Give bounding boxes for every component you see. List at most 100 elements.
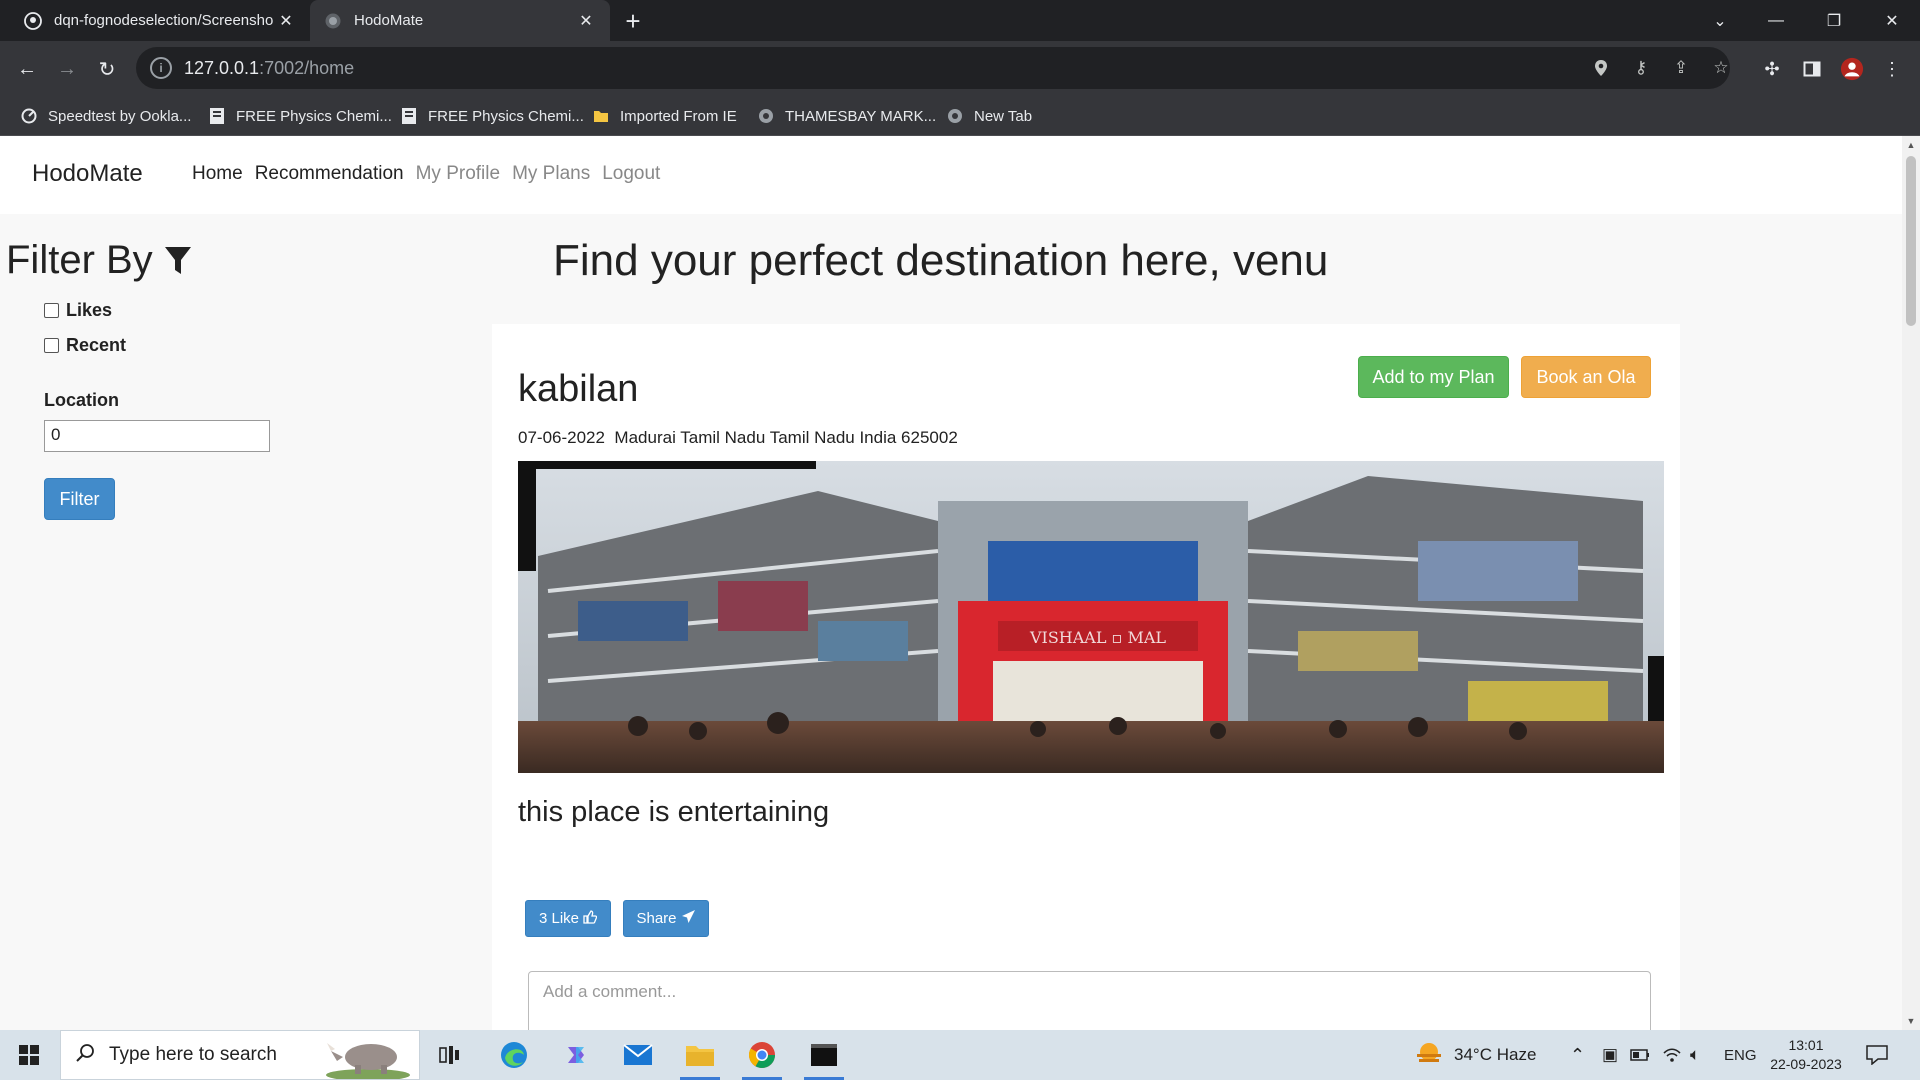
notification-icon[interactable] — [1866, 1030, 1888, 1080]
bookmark-folder-ie[interactable]: Imported From IE — [592, 104, 737, 128]
windows-taskbar: Type here to search 34°C Haze ⌃ ▣ 🔈︎ ENG — [0, 1030, 1920, 1080]
nav-link-logout[interactable]: Logout — [602, 163, 660, 185]
filter-button[interactable]: Filter — [44, 478, 115, 520]
close-tab-icon[interactable]: ✕ — [576, 11, 596, 31]
copilot-icon[interactable] — [548, 1030, 604, 1080]
language-indicator[interactable]: ENG — [1724, 1030, 1757, 1080]
side-panel-icon[interactable] — [1800, 57, 1824, 81]
github-icon — [24, 11, 42, 30]
scrollbar-thumb[interactable] — [1906, 156, 1916, 326]
thumbs-up-icon — [583, 909, 598, 928]
speedtest-icon — [20, 107, 38, 125]
share-icon[interactable]: ⇪ — [1670, 57, 1692, 79]
chrome-icon[interactable] — [734, 1030, 790, 1080]
meet-now-icon[interactable]: ▣ — [1602, 1030, 1618, 1080]
weather-haze-icon — [1414, 1040, 1444, 1071]
site-navbar: HodoMate Home Recommendation My Profile … — [0, 136, 1902, 214]
task-view-icon[interactable] — [422, 1030, 478, 1080]
minimize-button[interactable]: — — [1748, 0, 1804, 41]
add-to-plan-button[interactable]: Add to my Plan — [1358, 356, 1509, 398]
forward-arrow-icon[interactable]: → — [49, 51, 85, 87]
address-bar[interactable]: i 127.0.0.1:7002/home ⚷ ⇪ ☆ — [136, 47, 1730, 89]
taskbar-clock[interactable]: 13:01 22-09-2023 — [1760, 1036, 1852, 1074]
nav-link-my-profile[interactable]: My Profile — [416, 163, 500, 185]
likes-checkbox[interactable] — [44, 303, 59, 318]
post-date: 07-06-2022 — [518, 428, 605, 447]
book-ola-button[interactable]: Book an Ola — [1521, 356, 1651, 398]
restore-button[interactable]: ❐ — [1806, 0, 1862, 41]
battery-icon[interactable] — [1630, 1030, 1650, 1080]
site-info-icon[interactable]: i — [150, 57, 172, 79]
bookmark-new-tab[interactable]: New Tab — [946, 104, 1032, 128]
browser-toolbar: ← → ↻ i 127.0.0.1:7002/home ⚷ ⇪ ☆ ✣ ⋮ — [0, 41, 1920, 96]
volume-icon[interactable]: 🔈︎ — [1690, 1030, 1700, 1080]
funnel-icon — [164, 246, 191, 274]
place-photo: VISHAAL ▫ MAL — [518, 461, 1664, 773]
globe-icon — [946, 107, 964, 125]
weather-widget[interactable]: 34°C Haze — [1414, 1030, 1536, 1080]
bookmark-physics-2[interactable]: FREE Physics Chemi... — [400, 104, 584, 128]
edge-browser-icon[interactable] — [486, 1030, 542, 1080]
file-explorer-icon[interactable] — [672, 1030, 728, 1080]
location-input[interactable]: 0 — [44, 420, 270, 452]
globe-icon — [324, 12, 342, 30]
bookmark-speedtest[interactable]: Speedtest by Ookla... — [20, 104, 191, 128]
place-card: kabilan 07-06-2022 Madurai Tamil Nadu Ta… — [492, 324, 1680, 1030]
nav-link-my-plans[interactable]: My Plans — [512, 163, 590, 185]
browser-tab-hodomate[interactable]: HodoMate ✕ — [310, 0, 610, 41]
recent-checkbox[interactable] — [44, 338, 59, 353]
paper-plane-icon — [681, 909, 696, 928]
menu-dots-icon[interactable]: ⋮ — [1880, 57, 1904, 81]
page-scrollbar[interactable]: ▲ ▼ — [1902, 136, 1920, 1030]
like-button[interactable]: 3 Like — [525, 900, 611, 937]
wifi-icon[interactable] — [1662, 1030, 1682, 1080]
filter-option-recent[interactable]: Recent — [44, 335, 126, 356]
tab-search-chevron-icon[interactable]: ⌄ — [1692, 0, 1748, 41]
scroll-up-arrow-icon[interactable]: ▲ — [1902, 136, 1920, 154]
key-icon[interactable]: ⚷ — [1630, 57, 1652, 79]
browser-tab-strip: dqn-fognodeselection/Screensho ✕ HodoMat… — [0, 0, 1920, 41]
bookmark-physics-1[interactable]: FREE Physics Chemi... — [208, 104, 392, 128]
svg-text:VISHAAL ▫ MAL: VISHAAL ▫ MAL — [1029, 628, 1166, 647]
tab-title: dqn-fognodeselection/Screensho — [54, 12, 274, 29]
share-button[interactable]: Share — [623, 900, 709, 937]
location-label: Location — [44, 390, 119, 410]
tab-title: HodoMate — [354, 12, 424, 29]
post-address: Madurai Tamil Nadu Tamil Nadu India 6250… — [614, 428, 958, 447]
reload-icon[interactable]: ↻ — [89, 51, 125, 87]
new-tab-button[interactable]: + — [618, 6, 648, 36]
browser-tab-github[interactable]: dqn-fognodeselection/Screensho ✕ — [10, 0, 310, 41]
extensions-puzzle-icon[interactable]: ✣ — [1760, 57, 1784, 81]
star-icon[interactable]: ☆ — [1710, 57, 1732, 79]
windows-start-button[interactable] — [0, 1030, 58, 1080]
bookmarks-bar: Speedtest by Ookla... FREE Physics Chemi… — [0, 96, 1920, 136]
document-icon — [208, 107, 226, 125]
bookmark-thamesbay[interactable]: THAMESBAY MARK... — [757, 104, 936, 128]
search-icon — [75, 1043, 95, 1068]
nav-link-recommendation[interactable]: Recommendation — [255, 163, 404, 185]
profile-avatar[interactable] — [1840, 57, 1864, 81]
place-name: kabilan — [518, 368, 639, 410]
place-meta: 07-06-2022 Madurai Tamil Nadu Tamil Nadu… — [518, 428, 958, 448]
filter-heading: Filter By — [6, 238, 193, 283]
back-arrow-icon[interactable]: ← — [9, 51, 45, 87]
folder-icon — [592, 107, 610, 125]
location-pin-icon[interactable] — [1590, 57, 1612, 79]
brand-logo[interactable]: HodoMate — [32, 160, 143, 188]
rhino-illustration-icon — [323, 1035, 413, 1080]
filter-option-likes[interactable]: Likes — [44, 300, 112, 321]
url-text: 127.0.0.1:7002/home — [184, 57, 355, 78]
nav-link-home[interactable]: Home — [192, 163, 243, 185]
mail-icon[interactable] — [610, 1030, 666, 1080]
globe-icon — [757, 107, 775, 125]
close-tab-icon[interactable]: ✕ — [276, 11, 296, 31]
taskbar-search-box[interactable]: Type here to search — [60, 1030, 420, 1080]
comment-input[interactable]: Add a comment... — [528, 971, 1651, 1030]
scroll-down-arrow-icon[interactable]: ▼ — [1902, 1012, 1920, 1030]
close-window-button[interactable]: ✕ — [1864, 0, 1920, 41]
review-text: this place is entertaining — [518, 796, 830, 828]
page-title: Find your perfect destination here, venu — [553, 236, 1329, 285]
show-hidden-icons-chevron-icon[interactable]: ⌃ — [1570, 1030, 1585, 1080]
terminal-icon[interactable] — [796, 1030, 852, 1080]
page-viewport: HodoMate Home Recommendation My Profile … — [0, 136, 1902, 1030]
